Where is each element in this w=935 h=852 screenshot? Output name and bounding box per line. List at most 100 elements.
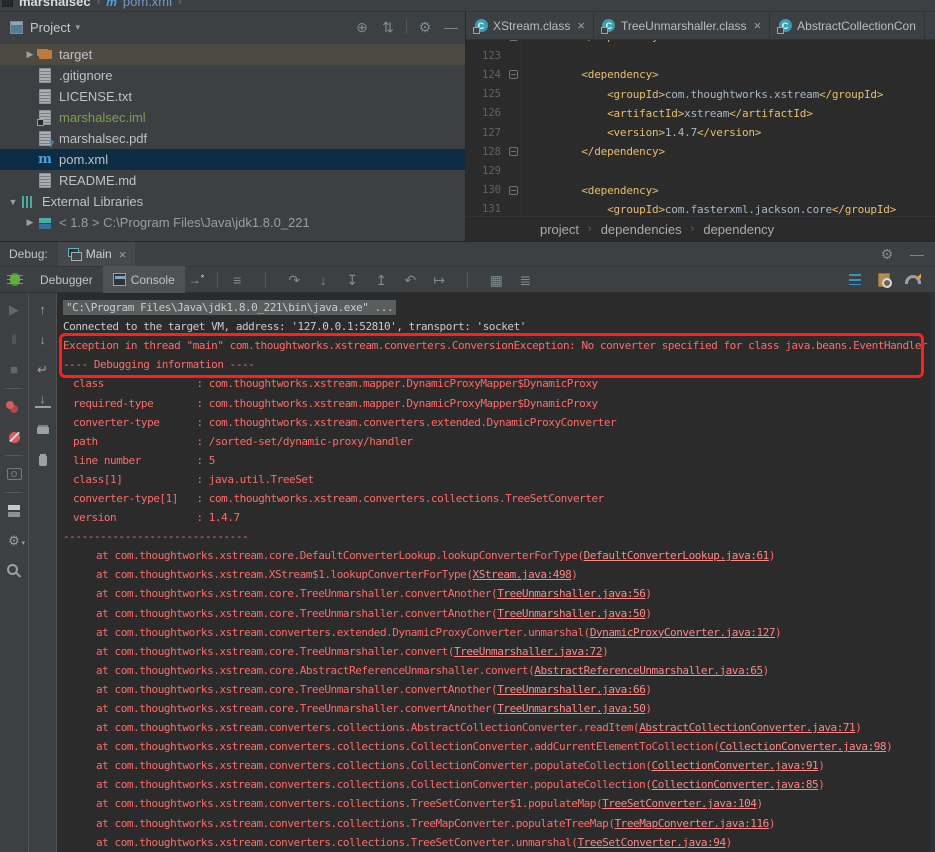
- trace-settings-icon[interactable]: ≣: [517, 272, 533, 288]
- evaluate-expression-icon[interactable]: ▦: [488, 272, 504, 288]
- layout-lines-icon[interactable]: [847, 272, 863, 288]
- settings-icon[interactable]: ⚙: [879, 246, 895, 262]
- step-out-icon[interactable]: ↥: [373, 272, 389, 288]
- chevron-right-icon[interactable]: ▶: [23, 217, 37, 228]
- tree-item-label: target: [59, 47, 92, 62]
- editor-tab-xstream-class[interactable]: XStream.class×: [466, 12, 594, 39]
- stack-trace-link[interactable]: AbstractCollectionConverter.java:71: [639, 721, 855, 734]
- fold-end-icon[interactable]: [509, 40, 518, 41]
- settings-menu-icon[interactable]: ≡: [229, 272, 245, 288]
- down-stack-icon[interactable]: ↓: [35, 332, 51, 348]
- settings-icon[interactable]: ⚙: [417, 19, 433, 35]
- breadcrumb-file[interactable]: pom.xml: [123, 0, 172, 9]
- close-icon[interactable]: ×: [754, 18, 762, 33]
- close-icon[interactable]: ×: [577, 18, 585, 33]
- find-class-icon[interactable]: [876, 272, 892, 288]
- chevron-down-icon[interactable]: ▼: [6, 197, 20, 207]
- separator: [265, 272, 266, 288]
- stack-trace-link[interactable]: TreeMapConverter.java:116: [615, 817, 769, 830]
- fold-end-icon[interactable]: [509, 147, 518, 156]
- stack-trace-link[interactable]: CollectionConverter.java:91: [652, 759, 819, 772]
- console-line: ---- Debugging information ----: [63, 355, 935, 374]
- line-number: 129: [466, 165, 506, 177]
- new-output-indicator[interactable]: →*: [189, 273, 205, 287]
- project-tool-window: Project ▾ ⊕ ⇅ ⚙ — ▶ target .gitignoreLICENSE.…: [0, 12, 466, 241]
- tree-item-readme-md[interactable]: README.md: [0, 170, 465, 191]
- locate-icon[interactable]: ⊕: [354, 19, 370, 35]
- fold-start-icon[interactable]: [509, 186, 518, 195]
- mute-breakpoints-icon[interactable]: [6, 429, 22, 445]
- tree-item-external-libraries[interactable]: ▼External Libraries: [0, 191, 465, 212]
- chevron-right-icon[interactable]: ▶: [23, 49, 37, 60]
- tree-item-marshalsec-iml[interactable]: marshalsec.iml: [0, 107, 465, 128]
- editor-tab-abstractcollectioncon[interactable]: AbstractCollectionCon: [770, 12, 925, 39]
- breadcrumb-project[interactable]: project: [540, 222, 579, 237]
- soft-wrap-icon[interactable]: ↵: [35, 362, 51, 378]
- resume-icon[interactable]: ▶: [6, 302, 22, 318]
- memory-gauge-icon[interactable]: [905, 272, 921, 288]
- tree-item-marshalsec-pdf[interactable]: marshalsec.pdf: [0, 128, 465, 149]
- debug-actions-toolbar: ▶ ‖ ■ ⚙▾: [0, 293, 29, 852]
- stack-trace-link[interactable]: CollectionConverter.java:98: [719, 740, 886, 753]
- collapse-all-icon[interactable]: ⇅: [380, 19, 396, 35]
- stack-trace-link[interactable]: CollectionConverter.java:85: [652, 778, 819, 791]
- breadcrumb-dependency[interactable]: dependency: [703, 222, 774, 237]
- session-tab-label: Main: [86, 247, 112, 261]
- settings-icon[interactable]: ⚙▾: [6, 533, 22, 549]
- restore-layout-icon[interactable]: [6, 503, 22, 519]
- stack-trace-link[interactable]: TreeUnmarshaller.java:72: [454, 645, 602, 658]
- hide-icon[interactable]: —: [443, 19, 459, 35]
- clear-icon[interactable]: [35, 452, 51, 468]
- tree-item-target[interactable]: ▶ target: [0, 44, 465, 65]
- print-icon[interactable]: [35, 422, 51, 438]
- fold-gutter: [506, 161, 522, 180]
- pause-icon[interactable]: ‖: [6, 332, 22, 348]
- close-icon[interactable]: ×: [119, 247, 127, 262]
- tree-item-pom-xml[interactable]: pom.xml: [0, 149, 465, 170]
- console-scrollbar[interactable]: [930, 293, 935, 852]
- fold-gutter: [506, 65, 522, 84]
- stack-trace-link[interactable]: TreeUnmarshaller.java:66: [497, 683, 645, 696]
- step-over-icon[interactable]: ↷: [286, 272, 302, 288]
- tab-main-session[interactable]: Main ×: [58, 242, 136, 266]
- console-line: "C:\Program Files\Java\jdk1.8.0_221\bin\…: [63, 298, 935, 317]
- editor-tab-treeunmarshaller-class[interactable]: TreeUnmarshaller.class ×: [594, 12, 770, 39]
- stack-trace-link[interactable]: DefaultConverterLookup.java:61: [584, 549, 769, 562]
- fold-start-icon[interactable]: [509, 70, 518, 79]
- step-into-icon[interactable]: ↓: [315, 272, 331, 288]
- stack-trace-link[interactable]: TreeSetConverter.java:94: [577, 836, 725, 849]
- editor-tab-label: TreeUnmarshaller.class: [621, 19, 747, 33]
- editor-line: 125 <groupId>com.thoughtworks.xstream</g…: [466, 85, 935, 104]
- scroll-to-end-icon[interactable]: ↓: [35, 392, 51, 408]
- stack-trace-link[interactable]: XStream.java:498: [473, 568, 572, 581]
- tab-debugger[interactable]: Debugger: [30, 266, 103, 293]
- stack-trace-link[interactable]: AbstractReferenceUnmarshaller.java:65: [534, 664, 762, 677]
- force-step-into-icon[interactable]: ↧: [344, 272, 360, 288]
- console-output[interactable]: "C:\Program Files\Java\jdk1.8.0_221\bin\…: [57, 293, 935, 852]
- project-panel-title[interactable]: Project: [30, 20, 70, 35]
- stack-trace-link[interactable]: TreeUnmarshaller.java:50: [497, 607, 645, 620]
- breadcrumb-separator: ›: [691, 223, 695, 235]
- breadcrumb-project[interactable]: marshalsec: [19, 0, 91, 9]
- tree-item-1-8-c-program-files-java-jdk1-8-0-221[interactable]: ▶< 1.8 > C:\Program Files\Java\jdk1.8.0_…: [0, 212, 465, 233]
- stack-trace-link[interactable]: TreeUnmarshaller.java:50: [497, 702, 645, 715]
- stack-trace-link[interactable]: TreeSetConverter.java:104: [602, 797, 756, 810]
- console-line: at com.thoughtworks.xstream.converters.e…: [63, 623, 935, 642]
- up-stack-icon[interactable]: ↑: [35, 302, 51, 318]
- run-to-cursor-icon[interactable]: ↦: [431, 272, 447, 288]
- editor-code-area[interactable]: 122 </dependency>123124 <dependency>125 …: [466, 40, 935, 216]
- breadcrumb-dependencies[interactable]: dependencies: [601, 222, 682, 237]
- camera-icon[interactable]: [6, 466, 22, 482]
- stack-trace-link[interactable]: DynamicProxyConverter.java:127: [590, 626, 775, 639]
- pin-icon[interactable]: [6, 563, 22, 579]
- stop-icon[interactable]: ■: [6, 362, 22, 378]
- tree-item-license-txt[interactable]: LICENSE.txt: [0, 86, 465, 107]
- hide-icon[interactable]: —: [909, 246, 925, 262]
- view-breakpoints-icon[interactable]: [6, 399, 22, 415]
- chevron-down-icon[interactable]: ▾: [75, 22, 80, 33]
- tab-console[interactable]: Console: [103, 266, 185, 293]
- tree-item-gitignore[interactable]: .gitignore: [0, 65, 465, 86]
- fold-gutter: [506, 46, 522, 65]
- stack-trace-link[interactable]: TreeUnmarshaller.java:56: [497, 587, 645, 600]
- drop-frame-icon[interactable]: ↶: [402, 272, 418, 288]
